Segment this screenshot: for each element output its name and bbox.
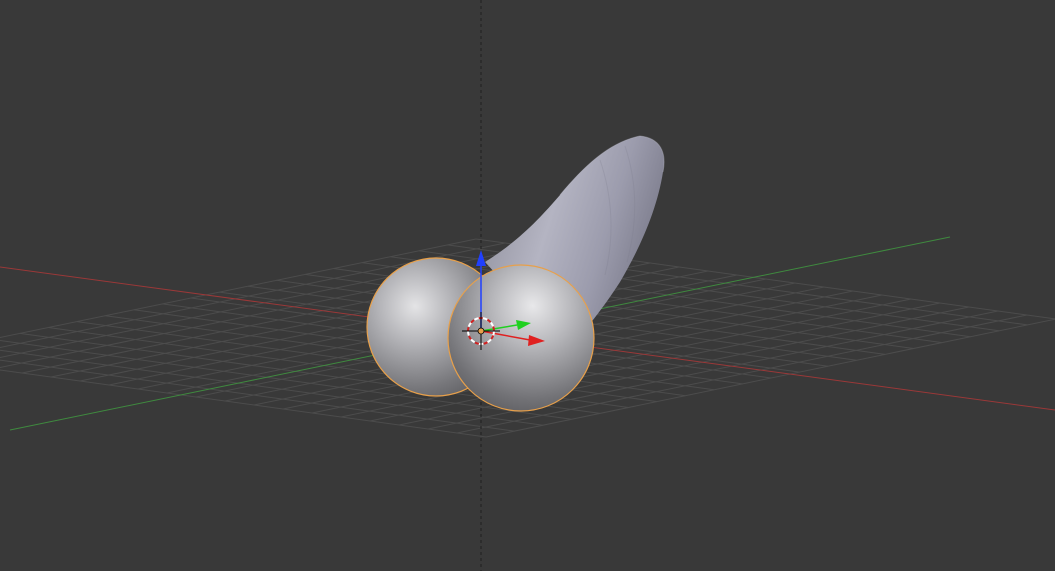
viewport-canvas[interactable] bbox=[0, 0, 1055, 571]
3d-viewport[interactable] bbox=[0, 0, 1055, 571]
gizmo-z-arrowhead[interactable] bbox=[476, 250, 486, 266]
